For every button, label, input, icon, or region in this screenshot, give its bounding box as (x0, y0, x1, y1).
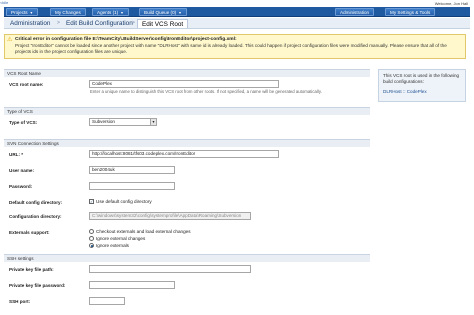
nav-build-queue-button[interactable]: Build Queue (0) ▼ (139, 8, 187, 16)
type-of-vcs-label: Type of VCS: (9, 120, 38, 125)
nav-settings-label: My Settings & Tools (390, 10, 431, 15)
externals-checkout-radio[interactable] (89, 229, 94, 234)
build-configuration-link[interactable]: DLRHost :: CodePlex (383, 89, 461, 94)
default-config-label: Default config directory: (9, 200, 63, 205)
breadcrumb-edit-build-configuration[interactable]: Edit Build Configuration (62, 19, 137, 28)
error-text: Project "IronEditor" cannot be loaded si… (15, 43, 447, 54)
default-config-checkbox[interactable]: ✓ (89, 199, 94, 204)
nav-administration-label: Administration (340, 10, 370, 15)
section-ssh-settings: SSH settings (4, 254, 370, 262)
nav-my-changes-label: My Changes (55, 10, 81, 15)
nav-projects-label: Projects (11, 10, 28, 15)
externals-ignore-radio[interactable] (89, 243, 94, 248)
default-config-option-label: Use default config directory (96, 199, 152, 204)
section-vcs-root-name: VCS Root Name (4, 69, 370, 77)
password-label: Password: (9, 184, 33, 189)
url-label: URL: * (9, 152, 24, 157)
password-input[interactable] (89, 182, 175, 190)
private-key-password-label: Private key file password: (9, 283, 66, 288)
type-of-vcs-select[interactable]: Subversion ▼ (89, 118, 157, 126)
user-name-input[interactable]: ben2004uk (89, 166, 175, 174)
nav-build-queue-label: Build Queue (0) (144, 10, 177, 15)
private-key-password-input[interactable] (89, 281, 175, 289)
vcs-root-name-input[interactable]: CodePlex (89, 80, 279, 88)
vcs-root-name-hint: Enter a unique name to distinguish this … (90, 89, 322, 94)
breadcrumb-separator-icon: > (132, 20, 135, 26)
private-key-path-input[interactable] (89, 265, 251, 273)
chevron-down-icon: ▼ (29, 11, 34, 15)
externals-option-label: Ignore externals (96, 243, 129, 248)
breadcrumb-separator-icon: > (57, 20, 60, 26)
breadcrumb-administration[interactable]: Administration (6, 19, 55, 28)
nav-my-changes-button[interactable]: My Changes (50, 8, 86, 16)
used-in-panel: This VCS root is used in the following b… (378, 69, 466, 102)
page-title: Edit VCS Root (137, 19, 189, 28)
section-svn-connection: SVN Connection Settings (4, 139, 370, 147)
config-directory-label: Configuration directory: (9, 214, 62, 219)
externals-support-label: Externals support: (9, 230, 50, 235)
ssh-port-label: SSH port: (9, 299, 31, 304)
chevron-down-icon: ▼ (178, 11, 182, 15)
vcs-root-name-label: VCS root name: (9, 82, 44, 87)
nav-agents-label: Agents (1) (97, 10, 119, 15)
nav-administration-button[interactable]: Administration (335, 8, 375, 16)
used-in-text: This VCS root is used in the following b… (383, 73, 460, 84)
chevron-down-icon: ▼ (120, 11, 124, 15)
type-of-vcs-value: Subversion (92, 119, 115, 124)
corner-link[interactable]: <kile (0, 0, 8, 5)
welcome-text: Welcome, Jon Hall (434, 1, 468, 6)
error-message-box: ⚠ Critical error in configuration file E… (4, 34, 466, 59)
externals-ignore-changes-radio[interactable] (89, 236, 94, 241)
warning-icon: ⚠ (7, 37, 13, 43)
chevron-down-icon: ▼ (150, 119, 156, 125)
user-name-label: User name: (9, 168, 35, 173)
nav-agents-button[interactable]: Agents (1) ▼ (92, 8, 129, 16)
url-input[interactable]: http://localhost:8081/tfs03.codeplex.com… (89, 150, 279, 158)
error-title: Critical error in configuration file E:\… (15, 37, 237, 42)
private-key-path-label: Private key file path: (9, 267, 54, 272)
top-navigation: Projects ▼ My Changes Agents (1) ▼ Build Q… (4, 7, 470, 17)
nav-settings-button[interactable]: My Settings & Tools (385, 8, 436, 16)
breadcrumb: Administration > Edit Build Configuratio… (4, 18, 470, 29)
ssh-port-input[interactable] (89, 297, 125, 305)
config-directory-input[interactable]: C:\windows\system32\config\systemprofile… (89, 212, 251, 220)
externals-option-label: Checkout externals and load external cha… (96, 229, 191, 234)
nav-projects-button[interactable]: Projects ▼ (6, 8, 39, 16)
externals-option-label: Ignore external changes (96, 236, 146, 241)
section-type-of-vcs: Type of VCS (4, 107, 370, 115)
